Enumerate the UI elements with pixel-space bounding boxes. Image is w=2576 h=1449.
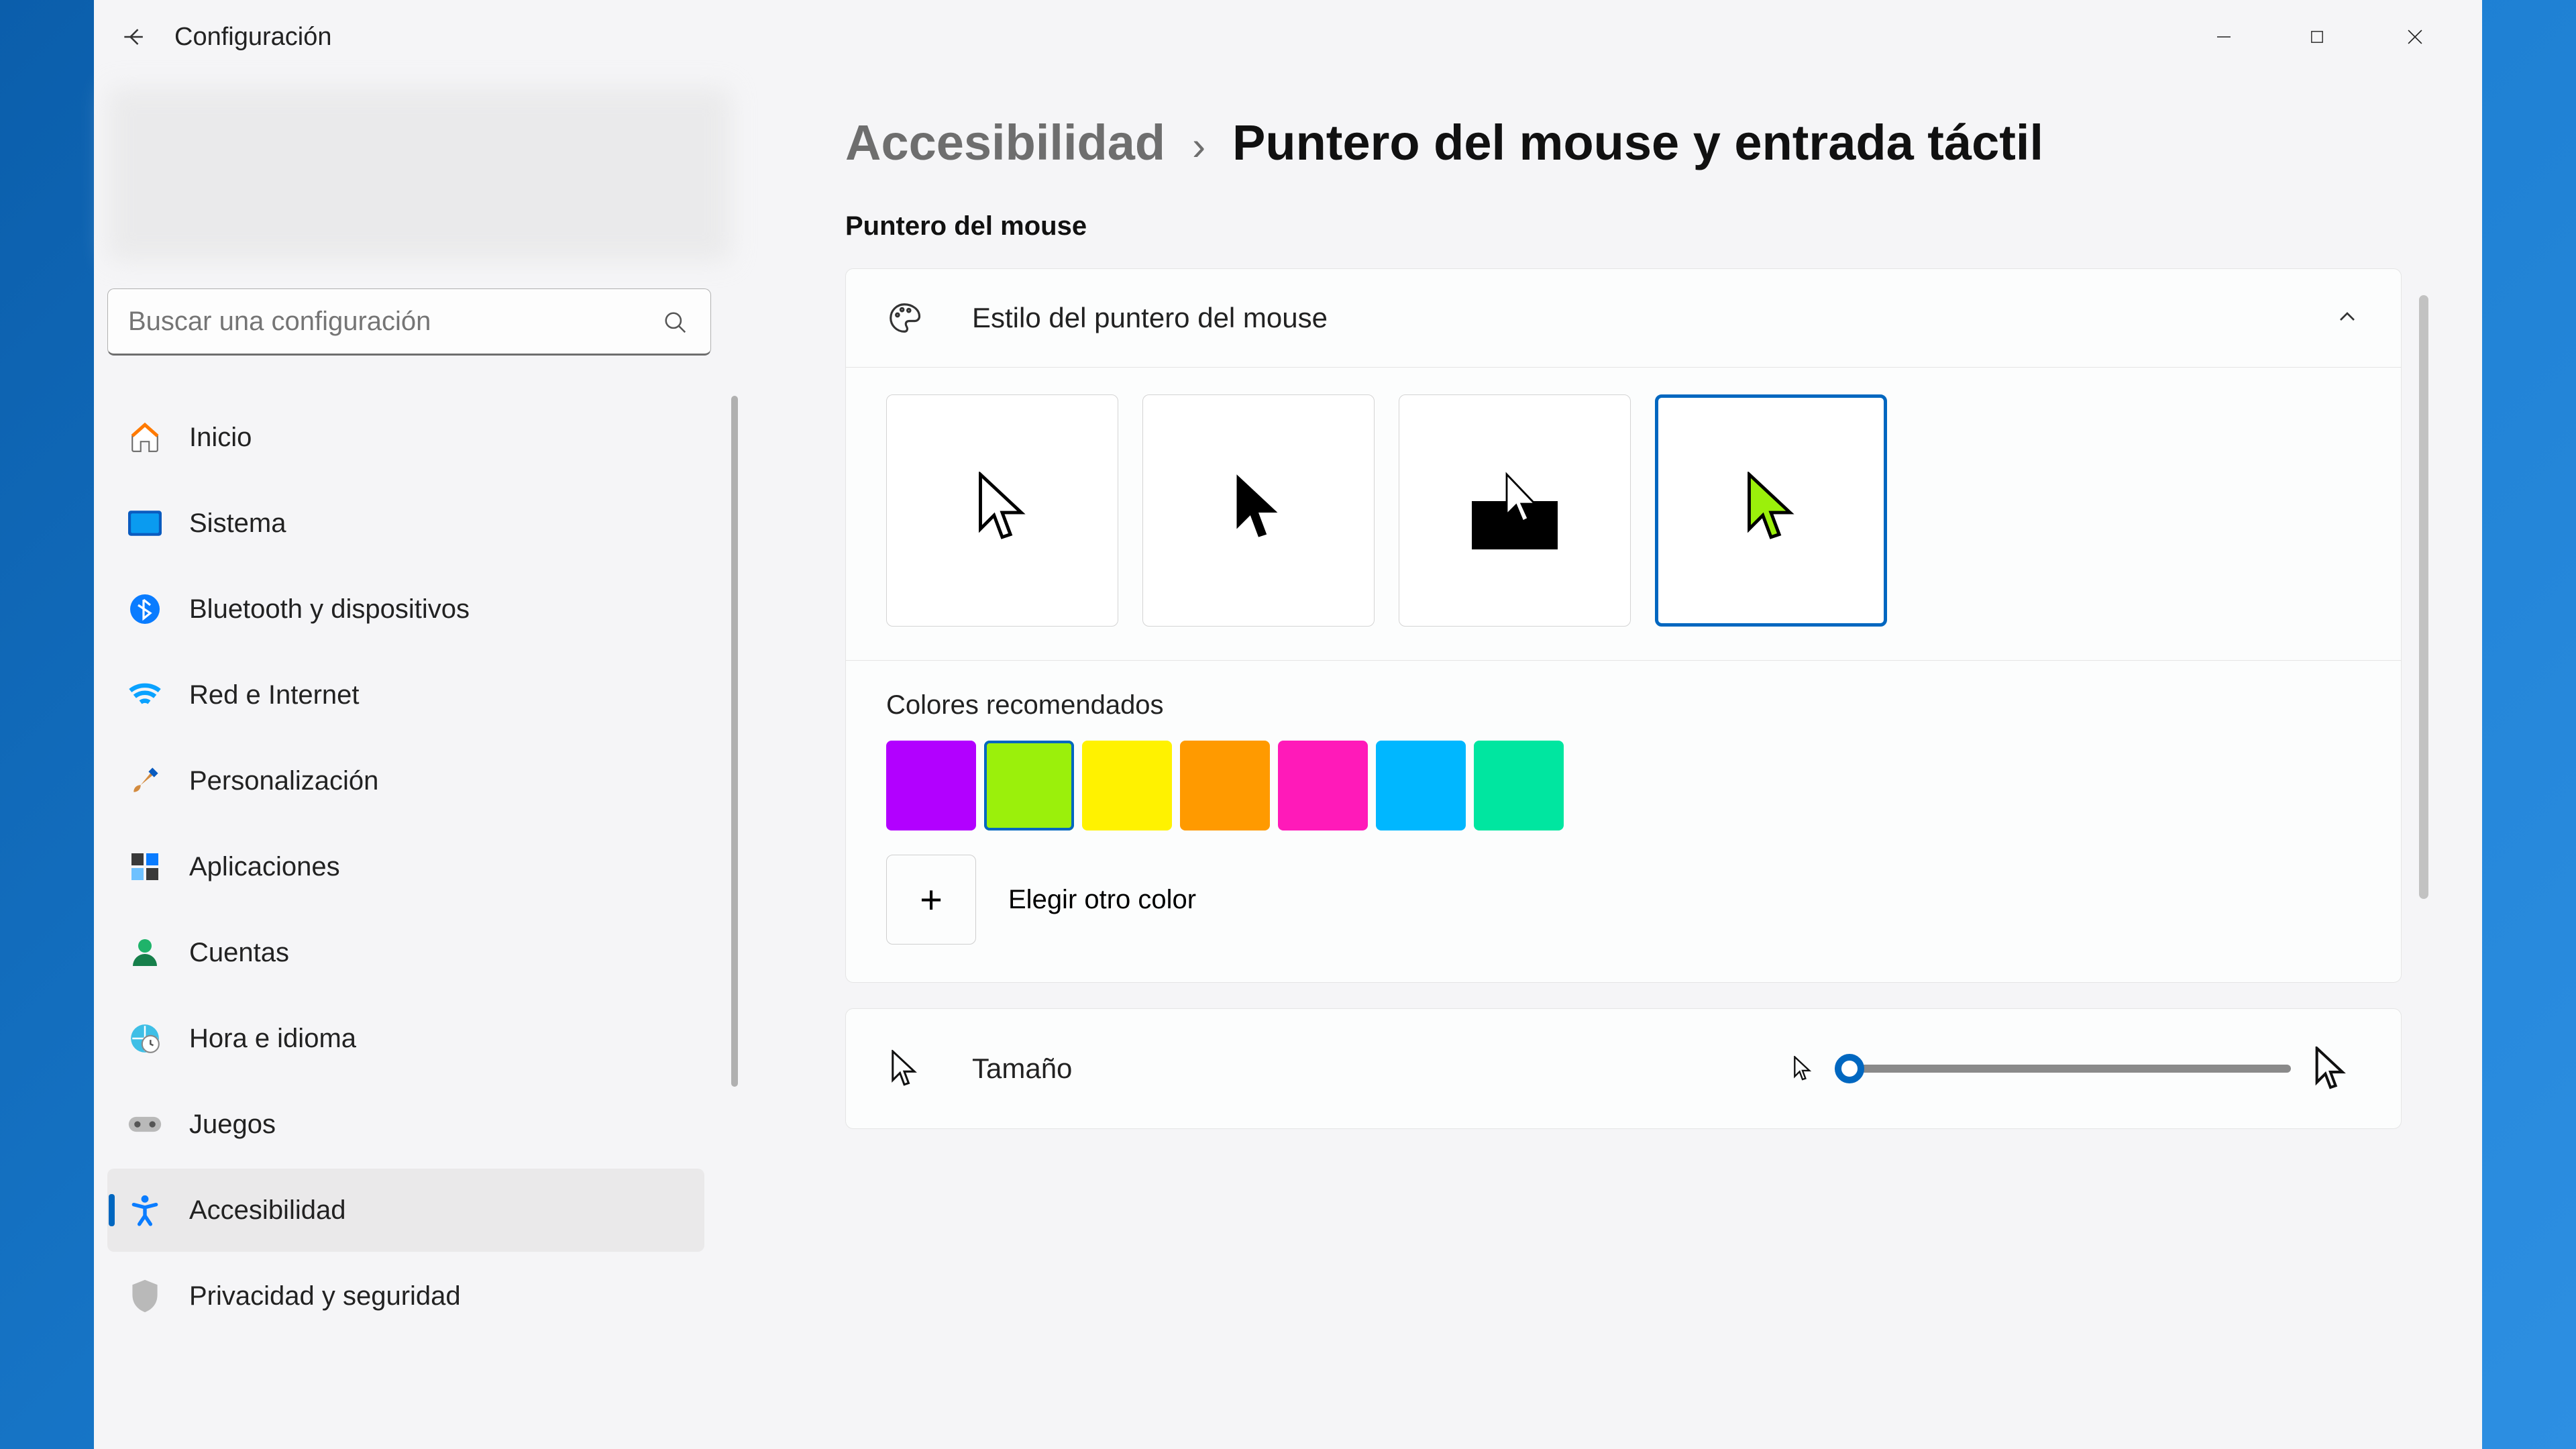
minimize-icon	[2214, 27, 2234, 47]
nav-sistema[interactable]: Sistema	[107, 482, 704, 565]
nav-label: Cuentas	[189, 938, 289, 968]
cursor-custom-icon	[1744, 472, 1797, 550]
apps-icon	[127, 849, 162, 884]
pointer-style-inverted[interactable]	[1399, 394, 1631, 627]
cursor-large-icon	[2314, 1046, 2347, 1091]
nav-cuentas[interactable]: Cuentas	[107, 911, 704, 994]
breadcrumb-parent[interactable]: Accesibilidad	[845, 114, 1165, 171]
titlebar: Configuración	[94, 0, 2482, 74]
size-slider[interactable]	[1835, 1065, 2291, 1073]
nav-label: Bluetooth y dispositivos	[189, 594, 470, 625]
settings-window: Configuración Inicio Siste	[94, 0, 2482, 1449]
pointer-style-options	[846, 367, 2401, 660]
search-input[interactable]	[107, 288, 711, 356]
nav-aplicaciones[interactable]: Aplicaciones	[107, 825, 704, 908]
cursor-black-icon	[1232, 472, 1285, 550]
nav-label: Juegos	[189, 1110, 276, 1140]
sidebar-scrollbar[interactable]	[731, 396, 738, 1087]
app-title: Configuración	[174, 23, 331, 52]
color-swatch-purple[interactable]	[886, 741, 976, 830]
pointer-style-card: Estilo del puntero del mouse	[845, 268, 2402, 983]
cursor-icon	[886, 1051, 922, 1087]
main-content: Accesibilidad › Puntero del mouse y entr…	[765, 74, 2482, 1449]
pointer-style-header[interactable]: Estilo del puntero del mouse	[846, 269, 2401, 367]
section-heading-pointer: Puntero del mouse	[845, 211, 2402, 241]
window-controls	[2180, 10, 2462, 64]
nav-juegos[interactable]: Juegos	[107, 1083, 704, 1166]
nav-accesibilidad[interactable]: Accesibilidad	[107, 1169, 704, 1252]
nav-bluetooth[interactable]: Bluetooth y dispositivos	[107, 568, 704, 651]
pointer-style-white[interactable]	[886, 394, 1118, 627]
cursor-inverted-icon	[1461, 469, 1568, 553]
shield-icon	[127, 1279, 162, 1313]
user-account-block[interactable]	[107, 87, 731, 262]
nav-label: Sistema	[189, 508, 286, 539]
breadcrumb: Accesibilidad › Puntero del mouse y entr…	[845, 114, 2402, 171]
nav-privacidad[interactable]: Privacidad y seguridad	[107, 1254, 704, 1338]
nav-label: Red e Internet	[189, 680, 360, 710]
search-icon	[663, 310, 688, 339]
bluetooth-icon	[127, 592, 162, 627]
size-slider-group	[1793, 1046, 2347, 1091]
nav-label: Inicio	[189, 423, 252, 453]
clock-globe-icon	[127, 1021, 162, 1056]
color-swatch-magenta[interactable]	[1278, 741, 1368, 830]
nav-list: Inicio Sistema Bluetooth y dispositivos …	[107, 396, 765, 1338]
pointer-style-black[interactable]	[1142, 394, 1375, 627]
search-box	[107, 288, 711, 356]
recommended-colors-heading: Colores recomendados	[886, 690, 2361, 720]
choose-color-button[interactable]: +	[886, 855, 976, 945]
close-icon	[2404, 25, 2426, 48]
home-icon	[127, 420, 162, 455]
pointer-size-card: Tamaño	[845, 1008, 2402, 1129]
nav-label: Privacidad y seguridad	[189, 1281, 461, 1311]
cursor-white-icon	[975, 472, 1028, 550]
color-swatch-lime[interactable]	[984, 741, 1074, 830]
color-swatch-orange[interactable]	[1180, 741, 1270, 830]
cursor-small-icon	[1793, 1056, 1812, 1081]
maximize-icon	[2308, 28, 2326, 46]
color-swatch-cyan[interactable]	[1376, 741, 1466, 830]
nav-label: Accesibilidad	[189, 1195, 345, 1226]
system-icon	[127, 506, 162, 541]
minimize-button[interactable]	[2180, 10, 2274, 64]
plus-icon: +	[920, 877, 943, 922]
nav-label: Hora e idioma	[189, 1024, 356, 1054]
nav-personalizacion[interactable]: Personalización	[107, 739, 704, 822]
color-swatch-teal[interactable]	[1474, 741, 1564, 830]
arrow-left-icon	[119, 22, 149, 52]
brush-icon	[127, 763, 162, 798]
nav-red[interactable]: Red e Internet	[107, 653, 704, 737]
nav-hora-idioma[interactable]: Hora e idioma	[107, 997, 704, 1080]
pointer-size-row: Tamaño	[846, 1009, 2401, 1128]
choose-color-row: + Elegir otro color	[886, 855, 2361, 945]
palette-icon	[886, 300, 922, 336]
chevron-up-icon	[2334, 303, 2361, 333]
wifi-icon	[127, 678, 162, 712]
sidebar: Inicio Sistema Bluetooth y dispositivos …	[94, 74, 765, 1449]
pointer-style-custom[interactable]	[1655, 394, 1887, 627]
person-icon	[127, 935, 162, 970]
page-title: Puntero del mouse y entrada táctil	[1232, 114, 2043, 171]
nav-label: Aplicaciones	[189, 852, 340, 882]
size-label: Tamaño	[972, 1053, 1072, 1085]
content-scrollbar[interactable]	[2419, 295, 2428, 899]
recommended-colors-block: Colores recomendados + Elegir otro color	[846, 660, 2401, 982]
slider-thumb[interactable]	[1835, 1054, 1864, 1083]
pointer-style-label: Estilo del puntero del mouse	[972, 302, 1328, 334]
choose-color-label: Elegir otro color	[1008, 885, 1196, 915]
color-swatches	[886, 741, 2361, 830]
color-swatch-yellow[interactable]	[1082, 741, 1172, 830]
maximize-button[interactable]	[2274, 10, 2368, 64]
accessibility-icon	[127, 1193, 162, 1228]
nav-label: Personalización	[189, 766, 378, 796]
nav-inicio[interactable]: Inicio	[107, 396, 704, 479]
back-button[interactable]	[114, 17, 154, 57]
chevron-right-icon: ›	[1192, 123, 1205, 169]
gamepad-icon	[127, 1107, 162, 1142]
close-button[interactable]	[2368, 10, 2462, 64]
